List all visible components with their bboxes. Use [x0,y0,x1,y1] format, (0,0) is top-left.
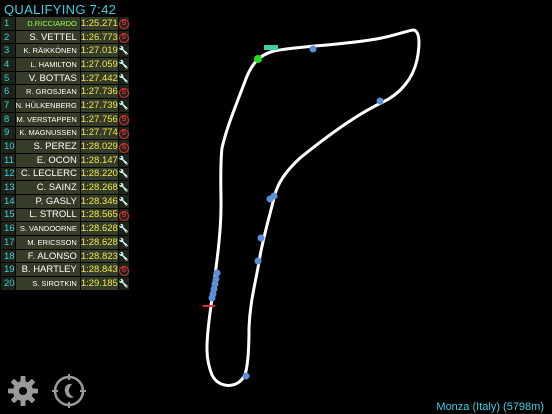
car-dot [266,195,274,203]
car-dot [257,234,265,242]
gear-icon [8,376,38,406]
track-name-label: Monza (Italy) (5798m) [436,401,544,413]
track-map [203,28,421,387]
settings-button[interactable] [6,374,40,408]
car-dot [309,45,317,53]
track-outline [205,28,421,387]
car-dot [242,372,250,380]
leader-car-dot [254,55,262,63]
logo-button[interactable] [52,374,86,408]
car-dots [208,45,384,380]
pit-marker [264,45,278,50]
car-dot [208,294,216,302]
car-dot [254,257,262,265]
car-dot [376,97,384,105]
b-logo-icon [52,374,86,408]
car-dot [213,269,221,277]
